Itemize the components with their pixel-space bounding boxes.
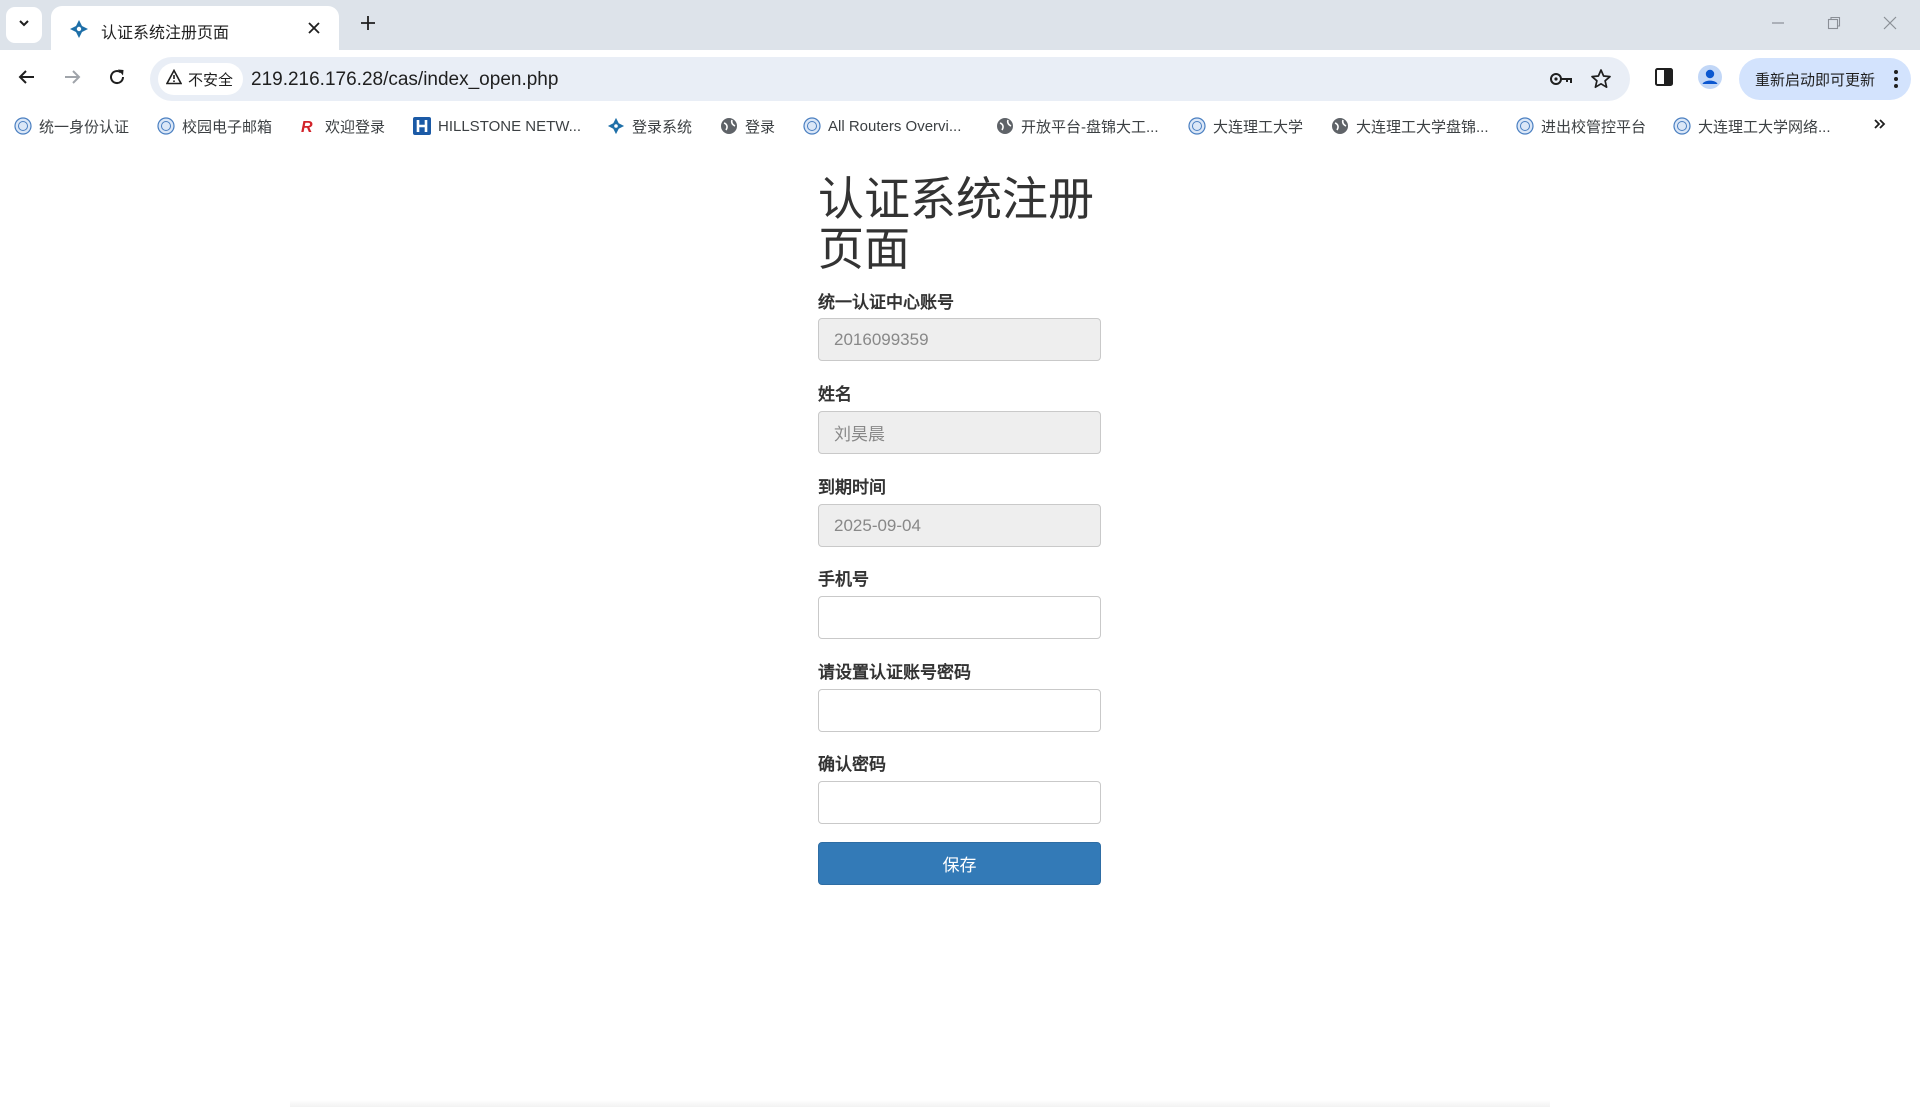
globe-icon [996, 117, 1014, 135]
bookmark-label: 校园电子邮箱 [182, 118, 273, 136]
bookmark-item[interactable]: 大连理工大学盘锦... [1331, 114, 1489, 138]
bookmark-item[interactable]: 进出校管控平台 [1516, 114, 1646, 138]
globe-seal-icon [1188, 117, 1206, 135]
globe-seal-icon [1673, 117, 1691, 135]
star-icon[interactable] [1587, 65, 1615, 93]
r-logo-icon: R [300, 117, 318, 135]
browser-toolbar: 不安全 219.216.176.28/cas/index_open.php 重新… [0, 50, 1920, 108]
plus-icon [360, 15, 376, 36]
globe-icon [720, 117, 738, 135]
warning-icon [165, 68, 183, 89]
expiry-date-field[interactable] [818, 504, 1101, 547]
svg-text:R: R [301, 119, 313, 135]
bookmark-item[interactable]: HILLSTONE NETW... [413, 114, 581, 138]
bookmark-item[interactable]: All Routers Overvi... [803, 114, 961, 138]
bookmarks-bar: 统一身份认证 校园电子邮箱 R 欢迎登录 HILLSTONE NETW... 登… [0, 108, 1920, 144]
phone-field[interactable] [818, 596, 1101, 639]
account-field[interactable] [818, 318, 1101, 361]
bottom-shadow [290, 1100, 1550, 1107]
bookmark-item[interactable]: 登录 [720, 114, 775, 138]
update-label: 重新启动即可更新 [1755, 71, 1876, 89]
name-label: 姓名 [818, 385, 852, 404]
name-field[interactable] [818, 411, 1101, 454]
bookmark-label: 大连理工大学网络... [1698, 118, 1831, 136]
bookmark-label: 大连理工大学盘锦... [1356, 118, 1489, 136]
close-icon [1883, 16, 1897, 35]
bookmark-item[interactable]: 大连理工大学网络... [1673, 114, 1831, 138]
browser-tab[interactable]: 认证系统注册页面 [51, 6, 339, 50]
forward-button[interactable] [54, 61, 90, 97]
confirm-password-field[interactable] [818, 781, 1101, 824]
page-title: 认证系统注册页面 [818, 173, 1094, 275]
url-text[interactable]: 219.216.176.28/cas/index_open.php [251, 69, 558, 91]
back-button[interactable] [9, 61, 45, 97]
bookmark-item[interactable]: 大连理工大学 [1188, 114, 1303, 138]
password-label: 请设置认证账号密码 [818, 663, 971, 682]
reload-icon [108, 68, 126, 91]
bookmark-item[interactable]: 开放平台-盘锦大工... [996, 114, 1159, 138]
confirm-password-label: 确认密码 [818, 755, 886, 774]
avatar-icon [1697, 64, 1723, 95]
update-button[interactable]: 重新启动即可更新 [1739, 58, 1911, 100]
minimize-icon [1771, 16, 1785, 35]
tab-strip: 认证系统注册页面 [0, 0, 1920, 50]
phone-label: 手机号 [818, 570, 869, 589]
side-panel-icon [1654, 67, 1674, 92]
close-window-button[interactable] [1862, 0, 1918, 50]
bookmark-label: HILLSTONE NETW... [438, 117, 582, 135]
bookmark-label: 进出校管控平台 [1541, 118, 1647, 136]
globe-seal-icon [14, 117, 32, 135]
bookmark-item[interactable]: 登录系统 [607, 114, 692, 138]
minimize-button[interactable] [1750, 0, 1806, 50]
h-logo-icon [413, 117, 431, 135]
tab-search-button[interactable] [6, 7, 42, 43]
tab-title: 认证系统注册页面 [101, 25, 230, 42]
bookmark-label: 登录系统 [632, 118, 693, 136]
expiry-label: 到期时间 [818, 478, 886, 497]
account-label: 统一认证中心账号 [818, 293, 954, 312]
new-tab-button[interactable] [352, 9, 384, 41]
more-vert-icon [1893, 69, 1899, 93]
bookmark-label: 统一身份认证 [39, 118, 130, 136]
double-chevron-right-icon [1873, 117, 1887, 136]
diamond-compass-icon [607, 117, 625, 135]
bookmark-label: All Routers Overvi... [828, 117, 962, 135]
bookmarks-overflow-button[interactable] [1866, 114, 1894, 138]
arrow-left-icon [18, 68, 36, 91]
password-field[interactable] [818, 689, 1101, 732]
close-tab-icon[interactable] [303, 17, 325, 39]
security-chip[interactable]: 不安全 [158, 63, 244, 95]
diamond-compass-icon [69, 19, 89, 39]
restore-button[interactable] [1806, 0, 1862, 50]
security-label: 不安全 [188, 71, 234, 89]
bookmark-item[interactable]: 统一身份认证 [14, 114, 129, 138]
chevron-down-icon [17, 16, 31, 35]
save-button[interactable]: 保存 [818, 842, 1101, 885]
key-icon[interactable] [1547, 65, 1575, 93]
address-bar[interactable]: 不安全 219.216.176.28/cas/index_open.php [150, 57, 1630, 101]
globe-seal-icon [1516, 117, 1534, 135]
arrow-right-icon [63, 68, 81, 91]
bookmark-label: 欢迎登录 [325, 118, 386, 136]
bookmark-item[interactable]: 校园电子邮箱 [157, 114, 272, 138]
globe-icon [1331, 117, 1349, 135]
bookmark-item[interactable]: R 欢迎登录 [300, 114, 385, 138]
bookmark-label: 登录 [745, 118, 776, 136]
globe-seal-icon [157, 117, 175, 135]
bookmark-label: 大连理工大学 [1213, 118, 1304, 136]
reload-button[interactable] [99, 61, 135, 97]
profile-button[interactable] [1692, 61, 1728, 97]
globe-seal-icon [803, 117, 821, 135]
restore-icon [1827, 16, 1841, 35]
side-panel-button[interactable] [1646, 61, 1682, 97]
bookmark-label: 开放平台-盘锦大工... [1021, 118, 1159, 136]
